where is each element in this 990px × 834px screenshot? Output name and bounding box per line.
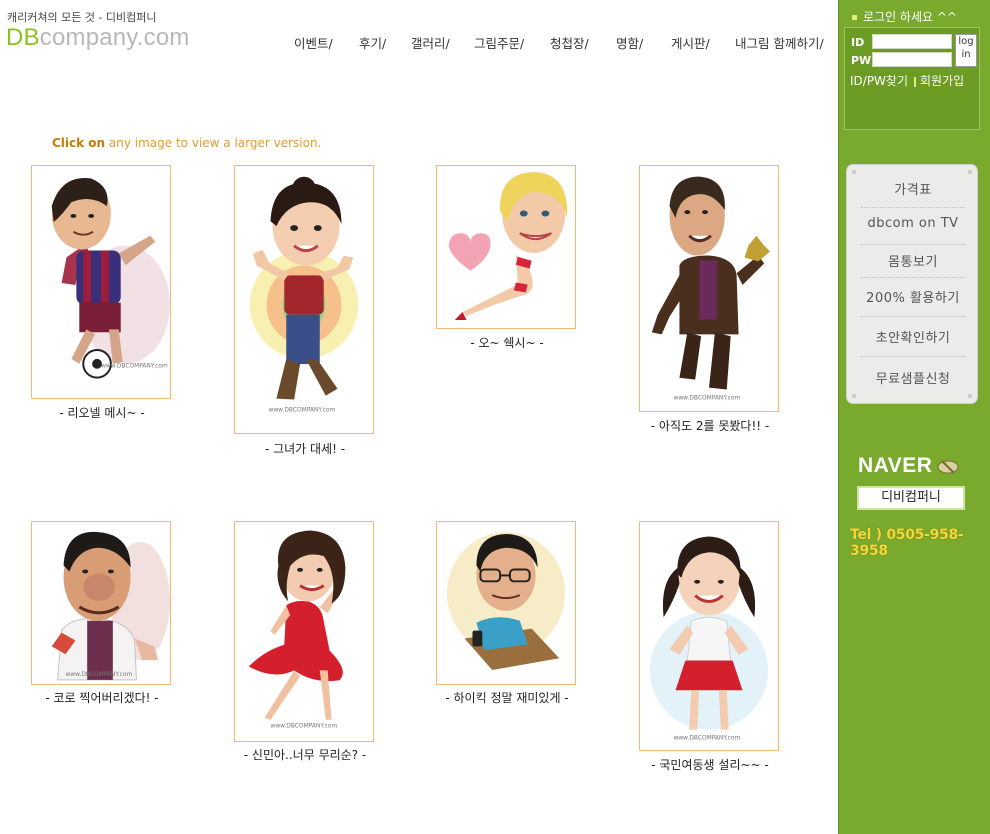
login-title: 로그인 하세요 ^^: [852, 8, 957, 25]
menu-divider: [861, 316, 965, 317]
caption-transformers: - 아직도 2를 못봤다!! -: [650, 419, 770, 433]
gallery-thumb-messi[interactable]: www.DBCOMPANY.com: [31, 165, 171, 399]
menu-usage[interactable]: 200% 활용하기: [861, 287, 965, 306]
menu-draft[interactable]: 초안확인하기: [861, 327, 965, 346]
naver-search-box[interactable]: 디비컴퍼니: [857, 486, 965, 510]
caption-sexy: - 오~ 쉑시~ -: [470, 336, 544, 350]
login-button[interactable]: log in: [955, 34, 977, 67]
rivet-icon: [968, 394, 972, 398]
gallery-thumb-transformers[interactable]: www.DBCOMPANY.com: [639, 165, 779, 412]
caption-messi: - 리오넬 메시~ -: [59, 406, 145, 420]
magnifier-icon: [937, 460, 959, 475]
divider: [914, 76, 917, 87]
image-watermark: www.DBCOMPANY.com: [674, 395, 741, 401]
phone-number: Tel ) 0505-958-3958: [850, 527, 964, 559]
gallery-thumb-nose[interactable]: www.DBCOMPANY.com: [31, 521, 171, 685]
nav-namecard[interactable]: 명함/: [616, 33, 643, 52]
password-input[interactable]: [872, 52, 952, 67]
menu-divider: [861, 356, 965, 357]
rivet-icon: [968, 170, 972, 174]
menu-body[interactable]: 몸통보기: [861, 251, 965, 270]
caption-shinmina: - 신민아..너무 무리순? -: [243, 748, 367, 762]
caricature-image: [448, 172, 568, 320]
account-links: ID/PW찾기 회원가입: [850, 72, 964, 89]
pw-label: PW: [851, 54, 872, 67]
menu-divider: [861, 207, 965, 208]
nav-order[interactable]: 그림주문/: [474, 33, 524, 52]
image-watermark: www.DBCOMPANY.com: [270, 724, 337, 730]
caricature-image: www.DBCOMPANY.com: [249, 176, 359, 413]
menu-divider: [861, 244, 965, 245]
menu-tv[interactable]: dbcom on TV: [861, 216, 965, 231]
image-watermark: www.DBCOMPANY.com: [674, 736, 741, 742]
nav-event[interactable]: 이벤트/: [294, 33, 333, 52]
naver-logo: NAVER: [858, 454, 960, 478]
join-link[interactable]: 회원가입: [920, 74, 964, 88]
bullet-icon: [852, 15, 857, 20]
caricature-image: www.DBCOMPANY.com: [248, 530, 346, 730]
gallery-thumb-daese[interactable]: www.DBCOMPANY.com: [234, 165, 374, 434]
gallery-thumb-highkick[interactable]: [436, 521, 576, 685]
nav-review[interactable]: 후기/: [359, 33, 386, 52]
caption-daese: - 그녀가 대세! -: [264, 442, 346, 456]
nav-gallery[interactable]: 갤러리/: [411, 33, 450, 52]
hint-bold: Click on: [52, 136, 106, 150]
caption-highkick: - 하이킥 정말 재미있게 -: [445, 691, 569, 705]
hint-text: any image to view a larger version.: [105, 136, 322, 150]
image-watermark: www.DBCOMPANY.com: [269, 407, 336, 413]
find-account-link[interactable]: ID/PW찾기: [850, 74, 908, 88]
image-watermark: www.DBCOMPANY.com: [66, 672, 133, 678]
gallery-thumb-shinmina[interactable]: www.DBCOMPANY.com: [234, 521, 374, 742]
menu-price[interactable]: 가격표: [861, 179, 965, 198]
sidebar: 로그인 하세요 ^^ ID PW log in ID/PW찾기 회원가입 가격표 …: [838, 0, 990, 834]
rivet-icon: [852, 170, 856, 174]
gallery-thumb-sexy[interactable]: [436, 165, 576, 329]
caption-sulli: - 국민여동생 설리~~ -: [651, 758, 769, 772]
nav-invitation[interactable]: 청첩장/: [550, 33, 589, 52]
nav-together[interactable]: 내그림 함께하기/: [735, 33, 824, 52]
image-watermark: www.DBCOMPANY.com: [101, 364, 168, 370]
rivet-icon: [852, 394, 856, 398]
gallery-hint: Click on any image to view a larger vers…: [52, 136, 321, 150]
caricature-image: www.DBCOMPANY.com: [51, 178, 170, 379]
caricature-image: www.DBCOMPANY.com: [651, 176, 771, 401]
login-box: ID PW log in ID/PW찾기 회원가입: [844, 27, 980, 130]
caption-nose: - 코로 찍어버리겠다! -: [45, 691, 159, 705]
caricature-image: [446, 532, 566, 671]
id-label: ID: [851, 36, 865, 49]
gallery-thumb-sulli[interactable]: www.DBCOMPANY.com: [639, 521, 779, 751]
nav-board[interactable]: 게시판/: [671, 33, 710, 52]
side-menu: 가격표 dbcom on TV 몸통보기 200% 활용하기 초안확인하기 무료…: [846, 164, 978, 404]
caricature-image: www.DBCOMPANY.com: [649, 536, 769, 742]
menu-divider: [861, 277, 965, 278]
id-input[interactable]: [872, 34, 952, 49]
caricature-image: www.DBCOMPANY.com: [51, 531, 170, 681]
menu-sample[interactable]: 무료샘플신청: [861, 368, 965, 387]
main-nav: 이벤트/ 후기/ 갤러리/ 그림주문/ 청첩장/ 명함/ 게시판/ 내그림 함께…: [0, 33, 838, 51]
